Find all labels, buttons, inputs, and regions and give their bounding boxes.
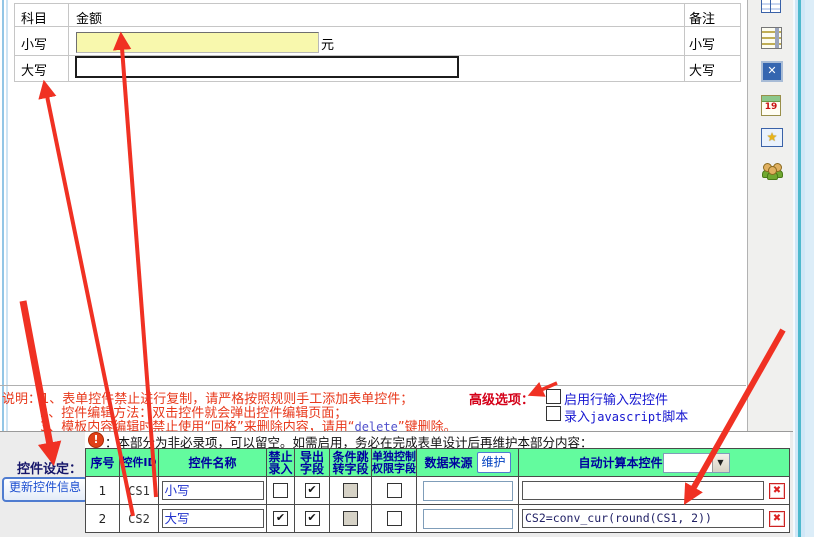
header-export-field: 导出字段 [294, 449, 329, 476]
auto-calc-select[interactable]: ▼ [663, 453, 730, 473]
form-preview-table: 科目 金额 备注 小写 元 小写 大写 大写 [14, 3, 741, 82]
row-label-lowercase: 小写 [21, 34, 47, 53]
javascript-entry-label: 录入javascript脚本 [564, 406, 688, 425]
side-toolbar: ✕ 19 ★ [747, 0, 794, 439]
control-row-cs2: 2 CS2 大写 ✔ ✔ CS2=conv_cur(round(CS1, 2))… [86, 504, 789, 532]
warning-icon: ! [88, 432, 104, 448]
row-control-id: CS1 [128, 484, 150, 498]
amount-lowercase-input[interactable] [76, 32, 319, 53]
javascript-entry-checkbox[interactable] [546, 406, 561, 421]
form-designer-page: 科目 金额 备注 小写 元 小写 大写 大写 ✕ 19 ★ 说明：1、表单控件禁… [0, 0, 814, 537]
header-cond-jump-field: 条件跳转字段 [329, 449, 371, 476]
header-control-id: 控件ID [119, 449, 158, 476]
update-controls-button[interactable]: 更新控件信息 [2, 477, 88, 502]
controls-grid: 序号 控件ID 控件名称 禁止录入 导出字段 条件跳转字段 单独控制权限字段 数… [85, 448, 790, 533]
perm-field-checkbox[interactable] [387, 511, 402, 526]
header-data-source: 数据来源 维护 [416, 449, 518, 476]
perm-field-checkbox[interactable] [387, 483, 402, 498]
row-seq: 2 [99, 512, 107, 526]
column-header-remark: 备注 [689, 8, 715, 27]
auto-calc-formula-input[interactable] [522, 481, 764, 500]
notes-prefix: 说明： [2, 392, 41, 407]
export-field-checkbox[interactable]: ✔ [305, 511, 320, 526]
delete-icon[interactable]: ✖ [769, 511, 785, 527]
export-field-checkbox[interactable]: ✔ [305, 483, 320, 498]
header-no-input: 禁止录入 [266, 449, 294, 476]
delete-icon[interactable]: ✖ [769, 483, 785, 499]
row-label-uppercase: 大写 [21, 60, 47, 79]
users-icon[interactable] [761, 160, 782, 180]
macro-star-icon[interactable]: ★ [761, 128, 783, 147]
section-divider [0, 385, 746, 386]
excel-export-icon[interactable]: ✕ [761, 61, 783, 82]
no-input-checkbox[interactable] [273, 483, 288, 498]
header-auto-calc: 自动计算本控件 ▼ [518, 449, 789, 476]
control-row-cs1: 1 CS1 小写 ✔ ✖ [86, 476, 789, 504]
column-header-subject: 科目 [21, 8, 47, 27]
macro-row-input-checkbox[interactable] [546, 389, 561, 404]
calendar-icon[interactable]: 19 [761, 95, 781, 116]
header-perm-field: 单独控制权限字段 [371, 449, 416, 476]
cond-jump-checkbox-disabled [343, 483, 358, 498]
auto-calc-formula-input[interactable]: CS2=conv_cur(round(CS1, 2)) [522, 509, 764, 528]
maintain-button[interactable]: 维护 [477, 452, 511, 473]
remark-lowercase: 小写 [689, 34, 715, 53]
control-name-input[interactable]: 小写 [162, 481, 264, 500]
row-control-id: CS2 [128, 512, 150, 526]
table-icon[interactable] [761, 0, 781, 13]
unit-label-yuan: 元 [321, 34, 334, 53]
advanced-options-label: 高级选项： [469, 389, 534, 408]
header-seq: 序号 [86, 449, 119, 476]
chevron-down-icon: ▼ [712, 454, 729, 472]
data-source-select[interactable] [423, 509, 513, 529]
control-name-input[interactable]: 大写 [162, 509, 264, 528]
data-source-select[interactable] [423, 481, 513, 501]
control-setting-label: 控件设定： [17, 458, 82, 477]
row-seq: 1 [99, 484, 107, 498]
amount-uppercase-input[interactable] [75, 56, 459, 78]
cond-jump-checkbox-disabled [343, 511, 358, 526]
remark-uppercase: 大写 [689, 60, 715, 79]
right-window-border [793, 0, 814, 537]
no-input-checkbox[interactable]: ✔ [273, 511, 288, 526]
column-header-amount: 金额 [76, 8, 102, 27]
hint-row: ! ：本部分为非必录项，可以留空。如需启用，务必在完成表单设计后再维护本部分内容… [85, 432, 790, 448]
controls-grid-header: 序号 控件ID 控件名称 禁止录入 导出字段 条件跳转字段 单独控制权限字段 数… [86, 449, 789, 476]
document-icon[interactable] [761, 27, 782, 49]
header-control-name: 控件名称 [158, 449, 266, 476]
